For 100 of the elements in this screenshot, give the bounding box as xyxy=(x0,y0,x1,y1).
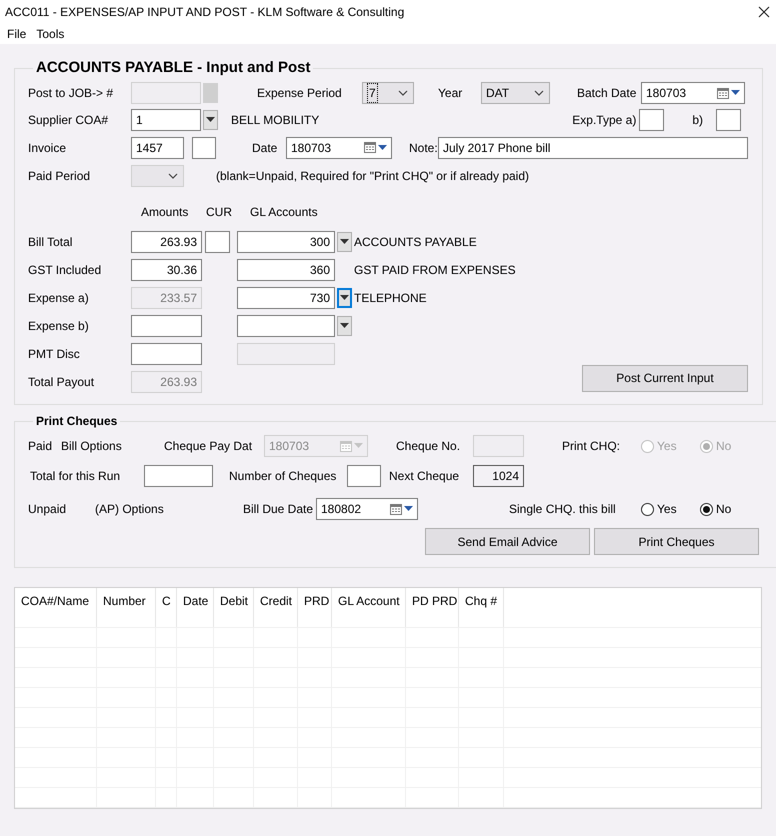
field-label: Cheque Pay Dat xyxy=(164,438,254,455)
date-field[interactable]: 180703 xyxy=(286,136,392,158)
field-label: Paid xyxy=(28,438,54,455)
field-label: Invoice xyxy=(28,140,68,156)
field-label: GST Included xyxy=(28,262,102,279)
post-button[interactable]: Post Current Input xyxy=(582,364,748,392)
radio-option[interactable]: No xyxy=(700,500,759,518)
radio-option[interactable]: Yes xyxy=(641,500,700,518)
column-header[interactable]: GL Account xyxy=(332,588,406,627)
caret-icon xyxy=(206,116,215,122)
amount-field[interactable]: 30.36 xyxy=(131,259,202,281)
caret-icon xyxy=(340,323,349,329)
calendar-icon xyxy=(364,142,376,153)
section-title: ACCOUNTS PAYABLE - Input and Post xyxy=(35,59,312,77)
dropdown-button[interactable] xyxy=(337,288,352,308)
combo-box[interactable]: DAT xyxy=(481,82,550,104)
field-label: Cheque No. xyxy=(396,438,462,455)
account-field[interactable] xyxy=(237,315,335,337)
field-label: Single CHQ. this bill xyxy=(509,501,617,518)
field-label: BELL MOBILITY xyxy=(231,112,320,128)
field-label: Exp.Type a) xyxy=(572,112,636,128)
input-field[interactable] xyxy=(192,136,216,158)
input-field[interactable] xyxy=(639,108,664,130)
input-field[interactable]: 1457 xyxy=(131,136,184,158)
calendar-icon xyxy=(717,88,729,98)
action-button[interactable]: Print Cheques xyxy=(594,528,759,555)
menu-item[interactable]: File xyxy=(2,24,32,44)
field-label: b) xyxy=(692,112,703,128)
field-label: Unpaid xyxy=(28,501,68,518)
chevron-down-icon xyxy=(534,90,544,96)
field-label: Total for this Run xyxy=(30,468,122,485)
column-header[interactable]: Credit xyxy=(254,588,298,627)
date-field[interactable]: 180802 xyxy=(316,498,418,520)
field-label: PMT Disc xyxy=(28,346,81,363)
amount-field[interactable]: 263.93 xyxy=(131,231,202,253)
column-header[interactable]: Number xyxy=(97,588,156,627)
chevron-down-icon xyxy=(168,173,178,179)
calendar-icon xyxy=(340,440,352,452)
field-label: Supplier COA# xyxy=(28,112,110,128)
caret-icon xyxy=(731,90,740,96)
column-header[interactable]: Chq # xyxy=(459,588,504,627)
field-label: Note: xyxy=(409,140,438,156)
input-field[interactable]: 1 xyxy=(131,108,201,130)
amount-field[interactable] xyxy=(131,315,202,337)
dropdown-button[interactable] xyxy=(203,110,218,130)
input-field[interactable]: July 2017 Phone bill xyxy=(438,136,748,158)
column-header[interactable]: COA#/Name xyxy=(15,588,97,627)
caret-icon xyxy=(378,144,387,150)
currency-field[interactable] xyxy=(205,231,230,253)
column-header[interactable]: PRD xyxy=(298,588,332,627)
field-label: Expense Period xyxy=(257,85,343,102)
close-icon[interactable] xyxy=(758,6,770,18)
field-label: GST PAID FROM EXPENSES xyxy=(354,262,516,279)
dropdown-button[interactable] xyxy=(337,232,352,252)
field-label: Year xyxy=(438,85,464,102)
field-label: Next Cheque xyxy=(389,468,460,485)
field-label: TELEPHONE xyxy=(354,290,427,307)
field-label: Batch Date xyxy=(577,85,638,102)
chevron-down-icon xyxy=(398,90,408,96)
caret-icon xyxy=(340,295,349,301)
field-label: Total Payout xyxy=(28,374,96,391)
calendar-icon xyxy=(390,504,402,514)
input-field[interactable]: 1024 xyxy=(473,465,524,487)
field-label: Number of Cheques xyxy=(229,468,338,485)
field-label: (blank=Unpaid, Required for "Print CHQ" or if already paid) xyxy=(216,168,529,185)
column-header: CUR xyxy=(206,204,233,221)
dropdown-button[interactable] xyxy=(337,316,352,336)
field-label: Bill Due Date xyxy=(243,501,314,518)
caret-icon xyxy=(354,443,363,449)
menu-item[interactable]: Tools xyxy=(31,24,70,44)
window-title: ACC011 - EXPENSES/AP INPUT AND POST - KLM Software & Consulting xyxy=(5,4,404,21)
column-header: GL Accounts xyxy=(250,204,318,221)
combo-box[interactable]: 7 xyxy=(362,82,414,104)
section-title: Print Cheques xyxy=(35,414,118,428)
action-button[interactable]: Send Email Advice xyxy=(425,528,590,555)
caret-icon xyxy=(404,506,413,512)
account-field[interactable]: 300 xyxy=(237,231,335,253)
column-header[interactable]: PD PRD xyxy=(406,588,459,627)
column-header: Amounts xyxy=(141,204,190,221)
column-header[interactable]: Date xyxy=(177,588,214,627)
field-label: Bill Total xyxy=(28,234,74,251)
field-label: Paid Period xyxy=(28,168,92,185)
field-label: Expense a) xyxy=(28,290,90,307)
column-header[interactable]: C xyxy=(156,588,177,627)
field-label: Bill Options xyxy=(61,438,123,455)
account-field[interactable]: 360 xyxy=(237,259,335,281)
amount-field[interactable] xyxy=(131,343,202,365)
field-label: ACCOUNTS PAYABLE xyxy=(354,234,477,251)
field-label: Post to JOB-> # xyxy=(28,85,114,102)
input-field[interactable] xyxy=(716,108,741,130)
field-label: (AP) Options xyxy=(95,501,165,518)
column-header[interactable]: Debit xyxy=(214,588,254,627)
field-label: Expense b) xyxy=(28,318,90,335)
account-field[interactable]: 730 xyxy=(237,287,335,309)
field-label: Print CHQ: xyxy=(562,438,622,455)
field-label: Date xyxy=(252,140,278,156)
input-field[interactable] xyxy=(347,465,381,487)
caret-icon xyxy=(340,239,349,245)
date-field[interactable]: 180703 xyxy=(641,82,745,104)
input-field[interactable] xyxy=(144,465,213,487)
